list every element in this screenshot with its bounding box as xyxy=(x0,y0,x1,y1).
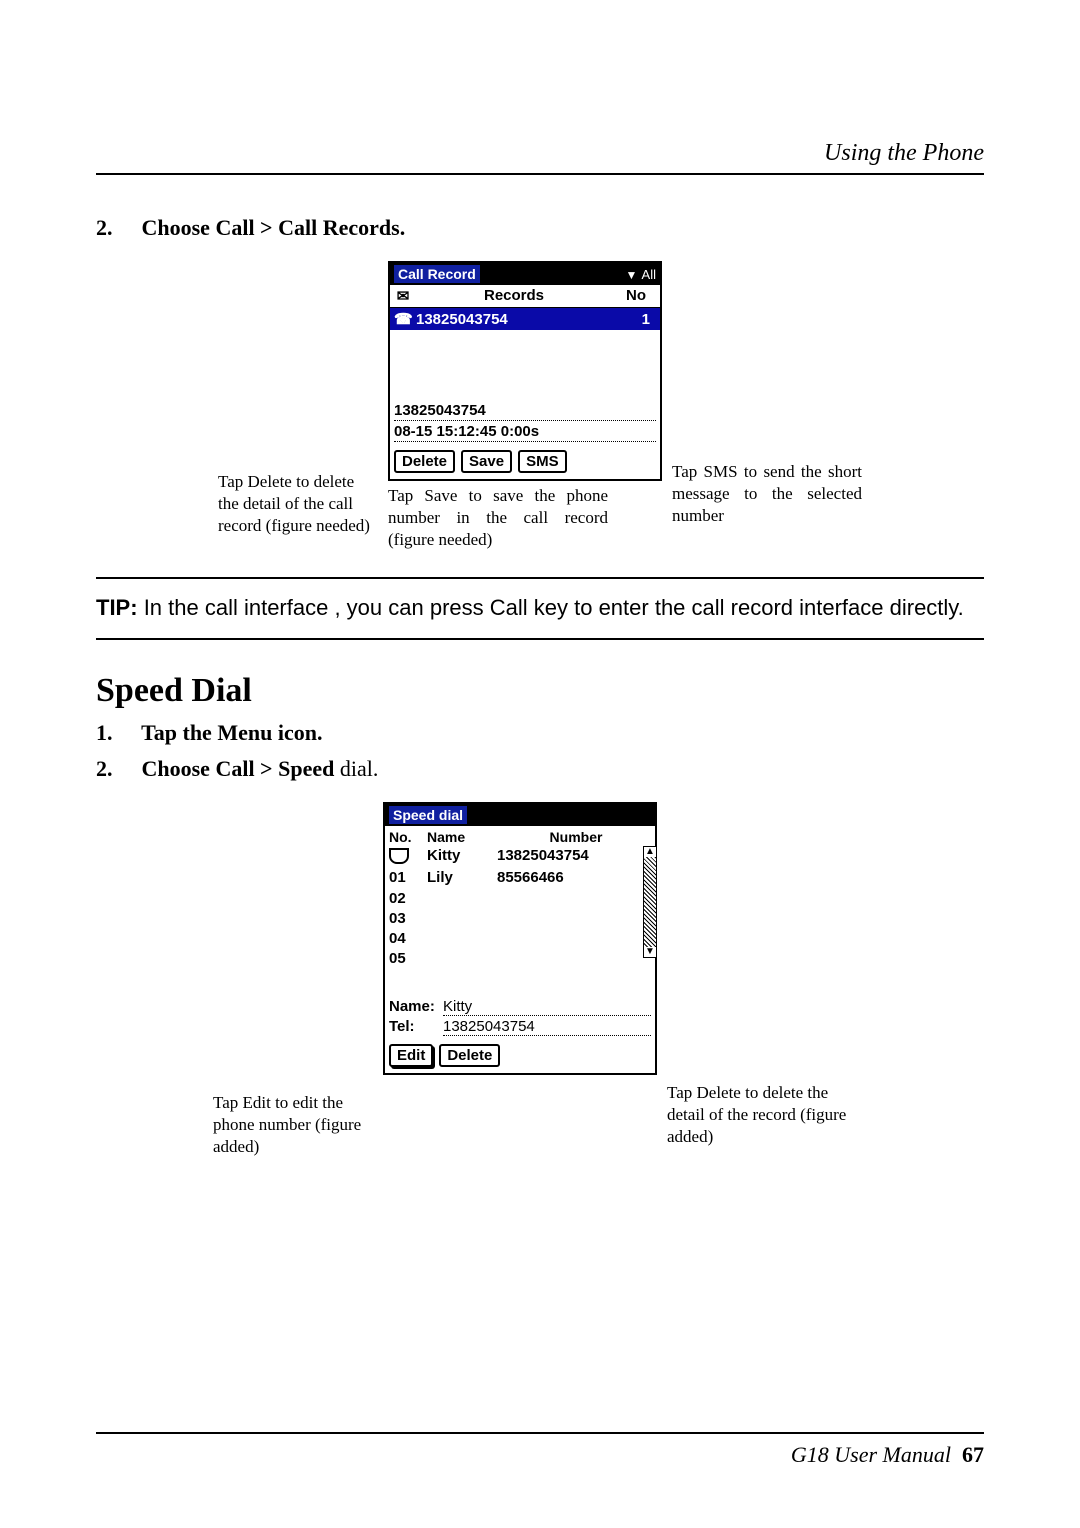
row-name: Kitty xyxy=(427,846,497,868)
step-a-2: 2. Choose Call > Call Records. xyxy=(96,215,984,241)
list-header: ✉ Records No xyxy=(390,285,660,308)
col-name: Name xyxy=(427,829,497,845)
app-title: Speed dial xyxy=(389,806,467,824)
tip-text: In the call interface , you can press Ca… xyxy=(144,595,964,620)
detail-time: 08-15 15:12:45 0:00s xyxy=(394,423,656,442)
tip-label: TIP: xyxy=(96,595,138,620)
annotation-delete: Tap Delete to delete the detail of the r… xyxy=(667,1082,867,1148)
tel-label: Tel: xyxy=(389,1018,437,1036)
col-number: Number xyxy=(497,829,655,845)
step-b-2: 2. Choose Call > Speed dial. xyxy=(96,756,984,782)
row-no: 01 xyxy=(389,868,427,888)
row-number: 85566466 xyxy=(497,868,655,888)
name-field: Name: Kitty xyxy=(389,998,651,1016)
step-number: 2. xyxy=(96,215,136,241)
name-value[interactable]: Kitty xyxy=(443,998,651,1016)
step-b-1: 1. Tap the Menu icon. xyxy=(96,720,984,746)
scrollbar[interactable]: ▲ ▼ xyxy=(643,846,657,958)
manual-name: G18 User Manual xyxy=(791,1442,951,1467)
envelope-icon: ✉ xyxy=(394,287,412,305)
col-records: Records xyxy=(412,287,616,305)
call-record-figure: Tap Delete to delete the detail of the c… xyxy=(96,261,984,551)
row-number: 13825043754 xyxy=(416,311,508,328)
list-row-selected[interactable]: ☎ 13825043754 1 xyxy=(390,308,660,330)
call-record-screen: Call Record ▼ All ✉ Records No ☎ 1382504… xyxy=(388,261,662,481)
step-text: Tap the Menu icon. xyxy=(141,720,322,745)
row-no: 1 xyxy=(642,311,656,328)
sms-button[interactable]: SMS xyxy=(518,450,567,473)
delete-button[interactable]: Delete xyxy=(394,450,455,473)
edit-button[interactable]: Edit xyxy=(389,1044,433,1067)
titlebar: Call Record ▼ All xyxy=(390,263,660,285)
annotation-delete: Tap Delete to delete the detail of the c… xyxy=(218,471,378,537)
list-row[interactable]: 05 xyxy=(387,949,657,969)
annotation-save: Tap Save to save the phone number in the… xyxy=(388,485,608,551)
scroll-down-icon[interactable]: ▼ xyxy=(644,947,656,957)
tel-field: Tel: 13825043754 xyxy=(389,1018,651,1036)
row-number: 13825043754 xyxy=(497,846,655,868)
row-no: 05 xyxy=(389,949,427,969)
button-row: Delete Save SMS xyxy=(390,444,660,479)
page-footer: G18 User Manual 67 xyxy=(96,1432,984,1468)
step-text-a: Choose Call > Speed xyxy=(142,756,340,781)
section-heading: Speed Dial xyxy=(96,672,984,710)
name-label: Name: xyxy=(389,998,437,1016)
tip-box: TIP: In the call interface , you can pre… xyxy=(96,577,984,640)
dropdown-icon[interactable]: ▼ xyxy=(625,268,637,282)
section-title: Using the Phone xyxy=(824,140,984,166)
step-text: Choose Call > Call Records. xyxy=(142,215,406,240)
list-row[interactable]: 02 xyxy=(387,889,657,909)
list-row[interactable]: 01 Lily 85566466 xyxy=(387,868,657,888)
list-header: No. Name Number xyxy=(387,828,657,846)
page-number: 67 xyxy=(962,1442,984,1467)
page-header: Using the Phone xyxy=(96,140,984,175)
speed-dial-figure: Tap Edit to edit the phone number (figur… xyxy=(96,802,984,1158)
row-no: 02 xyxy=(389,889,427,909)
tel-value[interactable]: 13825043754 xyxy=(443,1018,651,1036)
titlebar: Speed dial xyxy=(385,804,655,826)
step-number: 1. xyxy=(96,720,136,746)
handset-icon: ☎ xyxy=(394,310,412,328)
detail-number: 13825043754 xyxy=(394,402,656,421)
scroll-up-icon[interactable]: ▲ xyxy=(644,847,656,857)
list-row[interactable]: Kitty 13825043754 xyxy=(387,846,657,868)
list-row[interactable]: 03 xyxy=(387,909,657,929)
row-no: 03 xyxy=(389,909,427,929)
app-title: Call Record xyxy=(394,265,480,283)
button-row: Edit Delete xyxy=(385,1038,655,1073)
row-name: Lily xyxy=(427,868,497,888)
annotation-edit: Tap Edit to edit the phone number (figur… xyxy=(213,1092,373,1158)
list-row[interactable]: 04 xyxy=(387,929,657,949)
voicemail-icon xyxy=(389,848,409,864)
step-number: 2. xyxy=(96,756,136,782)
col-no: No. xyxy=(389,829,427,845)
speed-dial-screen: Speed dial No. Name Number Kitty 1382504… xyxy=(383,802,657,1075)
row-no: 04 xyxy=(389,929,427,949)
filter-all[interactable]: All xyxy=(642,267,656,282)
step-text-b: dial. xyxy=(340,756,379,781)
annotation-sms: Tap SMS to send the short message to the… xyxy=(672,461,862,527)
save-button[interactable]: Save xyxy=(461,450,512,473)
col-no: No xyxy=(616,287,656,305)
delete-button[interactable]: Delete xyxy=(439,1044,500,1067)
